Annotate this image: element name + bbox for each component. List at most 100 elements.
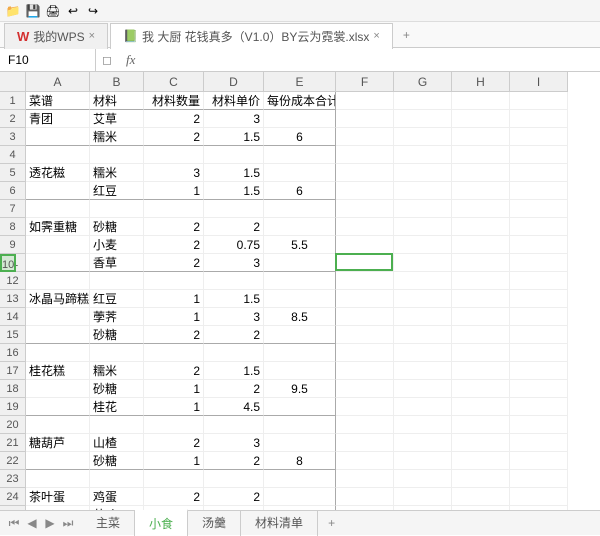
cell[interactable] [510, 218, 568, 236]
cell[interactable]: 2 [144, 218, 204, 236]
cell[interactable] [452, 92, 510, 110]
cell[interactable] [336, 398, 394, 416]
cell[interactable]: 糯米 [90, 128, 144, 146]
row-header[interactable]: 25 [0, 506, 26, 510]
cell[interactable] [452, 488, 510, 506]
cell[interactable]: 1.5 [204, 290, 264, 308]
cell[interactable]: 8 [264, 452, 336, 470]
cell[interactable]: 2 [144, 110, 204, 128]
cell[interactable] [336, 272, 394, 290]
cell[interactable]: 2 [204, 506, 264, 510]
cell[interactable] [510, 236, 568, 254]
row-headers[interactable]: 1234567891011121314151617181920212223242… [0, 92, 26, 510]
row-header[interactable]: 5 [0, 164, 26, 182]
cell[interactable] [510, 416, 568, 434]
cell[interactable]: 9.5 [264, 380, 336, 398]
cell[interactable] [336, 416, 394, 434]
cell[interactable] [336, 146, 394, 164]
cell[interactable] [510, 308, 568, 326]
cell[interactable]: 糯米 [90, 164, 144, 182]
cell[interactable] [264, 326, 336, 344]
cell[interactable] [394, 290, 452, 308]
cell[interactable] [264, 398, 336, 416]
cell[interactable]: 1.5 [204, 128, 264, 146]
cell[interactable] [394, 380, 452, 398]
add-tab-button[interactable]: + [395, 24, 418, 46]
cell[interactable]: 香草 [90, 254, 144, 272]
cell[interactable] [90, 272, 144, 290]
cell[interactable] [26, 128, 90, 146]
sheet-tab[interactable]: 小食 [135, 509, 188, 536]
row-header[interactable]: 20 [0, 416, 26, 434]
cell[interactable]: 1 [144, 452, 204, 470]
cell[interactable] [336, 506, 394, 510]
cell[interactable]: 桂花糕 [26, 362, 90, 380]
cell[interactable] [204, 272, 264, 290]
cell[interactable]: 鸡蛋 [90, 488, 144, 506]
cell[interactable] [26, 254, 90, 272]
cell[interactable] [452, 452, 510, 470]
cell[interactable] [394, 128, 452, 146]
cell[interactable] [144, 416, 204, 434]
cell[interactable]: 砂糖 [90, 380, 144, 398]
cell[interactable] [394, 200, 452, 218]
cell[interactable]: 红豆 [90, 290, 144, 308]
cell[interactable] [90, 416, 144, 434]
col-header[interactable]: H [452, 72, 510, 92]
save-icon[interactable]: 💾 [24, 2, 42, 20]
cell[interactable] [394, 488, 452, 506]
cell[interactable] [510, 398, 568, 416]
cell[interactable]: 3 [204, 308, 264, 326]
cell[interactable]: 艾草 [90, 110, 144, 128]
cell[interactable] [336, 308, 394, 326]
cell[interactable] [264, 254, 336, 272]
cell[interactable]: 2 [204, 326, 264, 344]
col-header[interactable]: C [144, 72, 204, 92]
cell[interactable] [510, 326, 568, 344]
row-header[interactable]: 3 [0, 128, 26, 146]
col-header[interactable]: A [26, 72, 90, 92]
cell[interactable] [26, 146, 90, 164]
cell[interactable] [264, 200, 336, 218]
cell[interactable] [510, 146, 568, 164]
cell[interactable]: 6 [264, 128, 336, 146]
cell[interactable] [452, 164, 510, 182]
cell[interactable] [336, 110, 394, 128]
cell[interactable] [90, 470, 144, 488]
cell[interactable] [264, 272, 336, 290]
cell[interactable] [510, 380, 568, 398]
row-header[interactable]: 15 [0, 326, 26, 344]
cell[interactable] [264, 362, 336, 380]
undo-icon[interactable]: ↩ [64, 2, 82, 20]
cell[interactable] [204, 146, 264, 164]
cell[interactable] [26, 182, 90, 200]
cell[interactable] [336, 344, 394, 362]
cell[interactable] [452, 308, 510, 326]
cell[interactable] [394, 470, 452, 488]
cell[interactable]: 砂糖 [90, 452, 144, 470]
cell[interactable] [510, 254, 568, 272]
cell[interactable] [510, 128, 568, 146]
cell[interactable] [336, 380, 394, 398]
cell[interactable]: 2 [144, 326, 204, 344]
cell[interactable] [336, 182, 394, 200]
cell[interactable]: 7 [264, 506, 336, 510]
cell[interactable]: 砂糖 [90, 218, 144, 236]
cell[interactable]: 每份成本合计 [264, 92, 336, 110]
row-header[interactable]: 24 [0, 488, 26, 506]
cell[interactable] [264, 416, 336, 434]
cell[interactable] [204, 470, 264, 488]
cell[interactable]: 3 [204, 254, 264, 272]
row-header[interactable]: 21 [0, 434, 26, 452]
cell[interactable] [452, 146, 510, 164]
cell[interactable]: 1 [144, 182, 204, 200]
cell[interactable]: 菜谱 [26, 92, 90, 110]
doc-tab[interactable]: 📗我 大厨 花钱真多（V1.0）BY云为霓裳.xlsx× [110, 23, 393, 49]
fx-icon[interactable]: fx [118, 52, 143, 68]
print-icon[interactable]: 🖨 [44, 2, 62, 20]
cell[interactable] [510, 470, 568, 488]
cell[interactable] [26, 236, 90, 254]
open-icon[interactable]: 📁 [4, 2, 22, 20]
row-header[interactable]: 18 [0, 380, 26, 398]
sheet-tab[interactable]: 材料清单 [241, 510, 318, 536]
